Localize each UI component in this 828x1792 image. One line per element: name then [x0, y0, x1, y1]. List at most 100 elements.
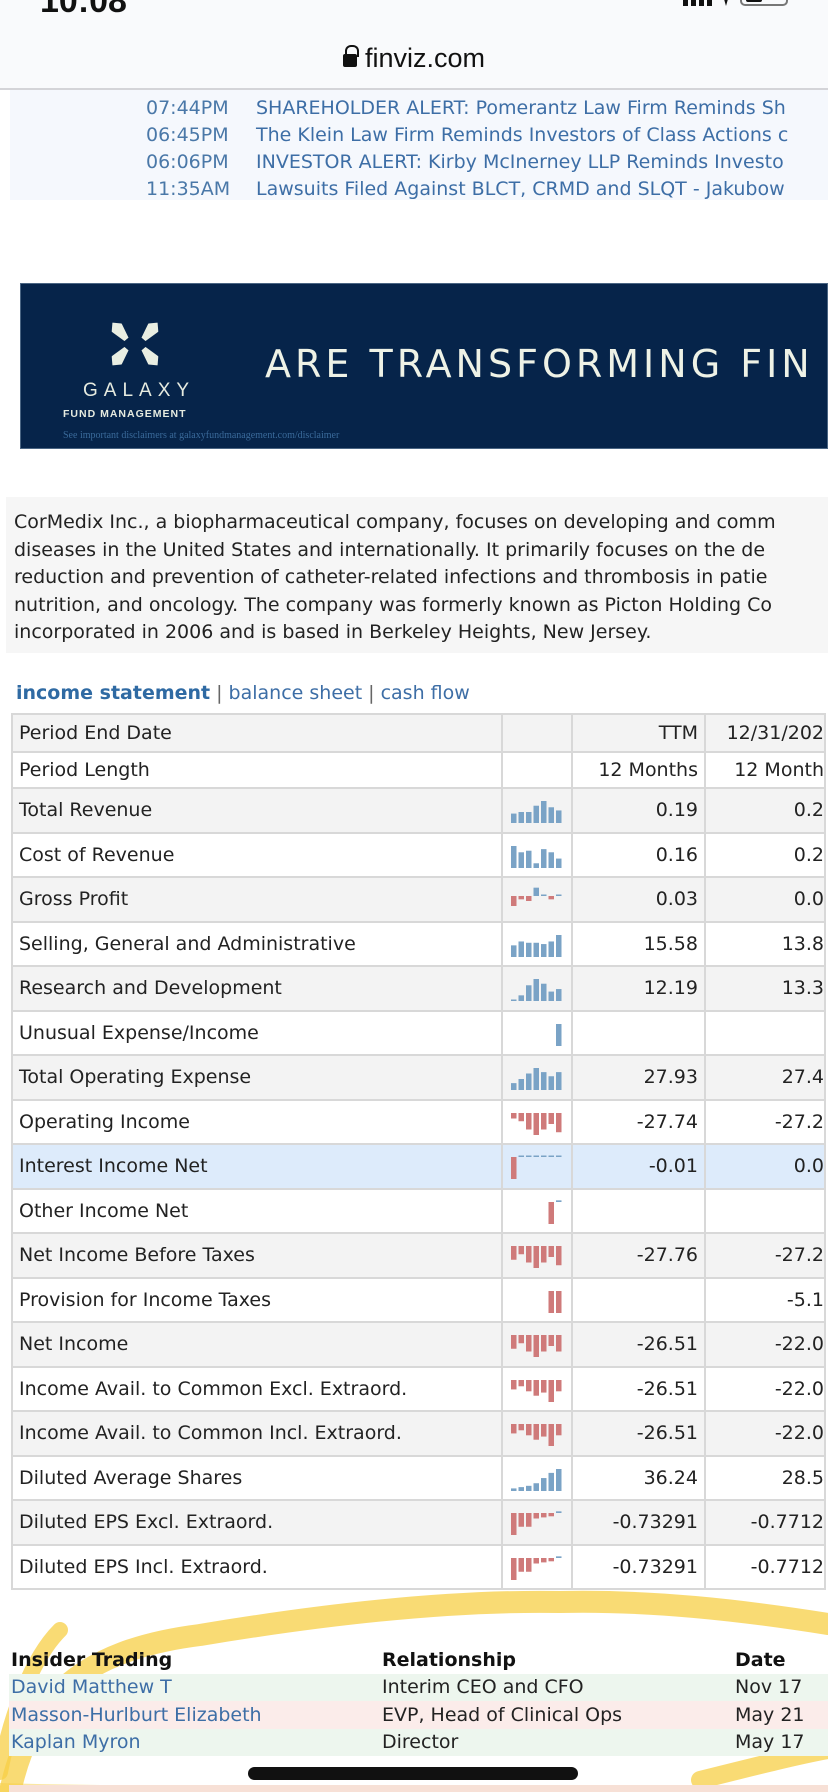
- sparkline-cell[interactable]: [501, 787, 573, 834]
- tab-income-statement[interactable]: income statement: [16, 682, 210, 704]
- sparkline-cell[interactable]: [501, 1232, 573, 1279]
- insider-row: Kaplan Myron Director May 17: [9, 1728, 828, 1756]
- ad-banner[interactable]: GALAXY FUND MANAGEMENT ARE TRANSFORMING …: [20, 283, 828, 449]
- insider-name-link[interactable]: David Matthew T: [9, 1676, 382, 1698]
- table-row[interactable]: Total Operating Expense 27.93 27.4: [11, 1054, 826, 1101]
- spark-bar: [526, 1557, 532, 1572]
- news-link[interactable]: INVESTOR ALERT: Kirby McInerney LLP Remi…: [256, 151, 784, 173]
- news-item[interactable]: 06:06PM INVESTOR ALERT: Kirby McInerney …: [146, 148, 828, 175]
- news-link[interactable]: The Klein Law Firm Reminds Investors of …: [256, 124, 788, 146]
- value-ttm: -0.73291: [571, 1543, 706, 1590]
- insider-name-link[interactable]: Kaplan Myron: [9, 1731, 382, 1753]
- value-ttm: -0.73291: [571, 1499, 706, 1546]
- ad-disclaimer[interactable]: See important disclaimers at galaxyfundm…: [63, 430, 339, 441]
- spark-bar: [518, 896, 524, 900]
- table-row[interactable]: Diluted EPS Incl. Extraord. -0.73291 -0.77…: [11, 1543, 826, 1590]
- sparkline-cell[interactable]: [501, 1321, 573, 1368]
- sparkline-cell[interactable]: [501, 1365, 573, 1412]
- table-row[interactable]: Other Income Net: [11, 1187, 826, 1234]
- insider-col-relationship: Relationship: [382, 1648, 516, 1671]
- spark-bar: [541, 801, 547, 824]
- spark-bar: [526, 850, 532, 868]
- sparkline-cell[interactable]: [501, 1098, 573, 1145]
- spark-bar: [533, 1557, 539, 1564]
- table-row[interactable]: Diluted EPS Excl. Extraord. -0.73291 -0.77…: [11, 1499, 826, 1546]
- spark-bar: [518, 1486, 524, 1491]
- insider-row: David Matthew T Interim CEO and CFO Nov …: [9, 1673, 828, 1701]
- home-indicator[interactable]: [248, 1767, 578, 1780]
- sparkline-cell[interactable]: [501, 1143, 573, 1190]
- news-list: 07:44PM SHAREHOLDER ALERT: Pomerantz Law…: [10, 90, 828, 200]
- sparkline-cell[interactable]: [501, 831, 573, 878]
- sparkline-cell[interactable]: [501, 1499, 573, 1546]
- value-prev: -22.0: [704, 1321, 826, 1368]
- row-label: Unusual Expense/Income: [11, 1009, 503, 1056]
- table-row[interactable]: Gross Profit 0.03 0.0: [11, 876, 826, 923]
- sparkline-cell[interactable]: [501, 1054, 573, 1101]
- spark-bar: [511, 1513, 517, 1536]
- spark-bar: [556, 1511, 562, 1514]
- sparkline-cell[interactable]: [501, 1543, 573, 1590]
- sparkline-cell[interactable]: [501, 965, 573, 1012]
- spark-bar: [556, 1468, 562, 1491]
- sparkline-chart: [511, 1424, 562, 1447]
- table-row[interactable]: Unusual Expense/Income: [11, 1009, 826, 1056]
- row-label: Research and Development: [11, 965, 503, 1012]
- sparkline-cell[interactable]: [501, 876, 573, 923]
- table-row[interactable]: Income Avail. to Common Excl. Extraord. -…: [11, 1365, 826, 1412]
- value-ttm: [571, 1187, 706, 1234]
- bottom-promo-banner[interactable]: [9, 1785, 828, 1792]
- table-row[interactable]: Cost of Revenue 0.16 0.2: [11, 831, 826, 878]
- tab-separator: |: [216, 682, 223, 704]
- value-ttm: [571, 1276, 706, 1323]
- news-item[interactable]: 06:45PM The Klein Law Firm Reminds Inves…: [146, 121, 828, 148]
- table-row[interactable]: Diluted Average Shares 36.24 28.5: [11, 1454, 826, 1501]
- spark-bar: [548, 852, 554, 868]
- spark-bar: [556, 1155, 562, 1158]
- table-row[interactable]: Net Income -26.51 -22.0: [11, 1321, 826, 1368]
- news-item[interactable]: 07:44PM SHAREHOLDER ALERT: Pomerantz Law…: [146, 94, 828, 121]
- table-row[interactable]: Income Avail. to Common Incl. Extraord. -…: [11, 1410, 826, 1457]
- sparkline-chart: [511, 979, 562, 1002]
- period-length-ttm: 12 Months: [571, 751, 706, 789]
- sparkline-cell[interactable]: [501, 1009, 573, 1056]
- value-prev: [704, 1187, 826, 1234]
- sparkline-cell[interactable]: [501, 1410, 573, 1457]
- sparkline-cell[interactable]: [501, 1187, 573, 1234]
- tab-separator: |: [368, 682, 375, 704]
- spark-bar: [556, 1335, 562, 1352]
- spark-cell: [501, 751, 573, 789]
- table-row[interactable]: Selling, General and Administrative 15.58…: [11, 920, 826, 967]
- sparkline-chart: [511, 1112, 562, 1135]
- sparkline-cell[interactable]: [501, 1276, 573, 1323]
- news-item[interactable]: 11:35AM Lawsuits Filed Against BLCT, CRM…: [146, 175, 828, 202]
- spark-bar: [526, 812, 532, 824]
- spark-bar: [556, 1072, 562, 1091]
- sparkline-chart: [511, 1068, 562, 1091]
- spark-bar: [526, 1112, 532, 1130]
- spark-bar: [518, 812, 524, 824]
- insider-name-link[interactable]: Masson-Hurlburt Elizabeth: [9, 1704, 382, 1726]
- spark-bar: [518, 995, 524, 1002]
- sparkline-chart: [511, 1246, 562, 1269]
- insider-date: May 21: [735, 1703, 805, 1726]
- tab-balance-sheet[interactable]: balance sheet: [229, 682, 363, 704]
- table-row[interactable]: Total Revenue 0.19 0.2: [11, 787, 826, 834]
- table-row[interactable]: Provision for Income Taxes -5.1: [11, 1276, 826, 1323]
- table-row[interactable]: Operating Income -27.74 -27.2: [11, 1098, 826, 1145]
- address-bar[interactable]: finviz.com: [0, 28, 828, 90]
- sparkline-cell[interactable]: [501, 1454, 573, 1501]
- sparkline-cell[interactable]: [501, 920, 573, 967]
- row-label: Total Operating Expense: [11, 1054, 503, 1101]
- table-row[interactable]: Research and Development 12.19 13.3: [11, 965, 826, 1012]
- news-link[interactable]: SHAREHOLDER ALERT: Pomerantz Law Firm Re…: [256, 97, 786, 119]
- sparkline-chart: [511, 934, 562, 957]
- tab-cash-flow[interactable]: cash flow: [381, 682, 470, 704]
- table-row[interactable]: Net Income Before Taxes -27.76 -27.2: [11, 1232, 826, 1279]
- table-row[interactable]: Interest Income Net -0.01 0.0: [11, 1143, 826, 1190]
- spark-bar: [556, 1424, 562, 1436]
- spark-bar: [518, 1112, 524, 1121]
- spark-bar: [526, 1073, 532, 1091]
- news-link[interactable]: Lawsuits Filed Against BLCT, CRMD and SL…: [256, 178, 785, 200]
- insider-col-name[interactable]: Insider Trading: [9, 1649, 382, 1671]
